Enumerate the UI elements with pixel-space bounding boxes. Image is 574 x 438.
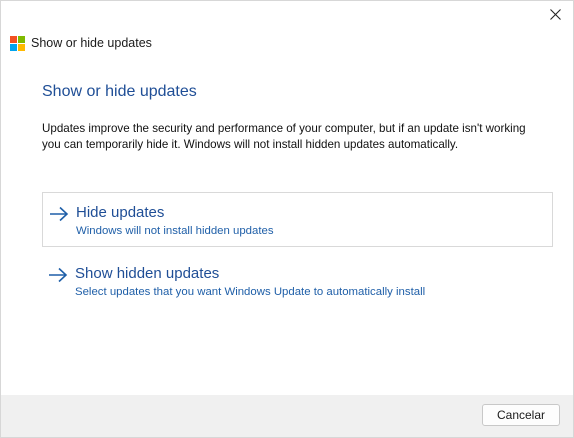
windows-logo-icon (10, 35, 25, 51)
hide-updates-option[interactable]: Hide updates Windows will not install hi… (42, 192, 553, 247)
arrow-right-icon (49, 267, 68, 283)
page-description: Updates improve the security and perform… (42, 122, 526, 151)
wizard-window: Show or hide updates Show or hide update… (0, 0, 574, 438)
window-title: Show or hide updates (31, 36, 152, 50)
cancel-button[interactable]: Cancelar (482, 404, 560, 426)
show-hidden-updates-title: Show hidden updates (75, 265, 220, 282)
close-button[interactable] (537, 1, 573, 27)
titlebar: Show or hide updates (10, 34, 152, 52)
page-heading: Show or hide updates (42, 83, 197, 100)
footer-bar: Cancelar (1, 395, 573, 437)
show-hidden-updates-option[interactable]: Show hidden updates Select updates that … (42, 254, 553, 309)
show-hidden-updates-subtitle: Select updates that you want Windows Upd… (75, 286, 426, 298)
hide-updates-subtitle: Windows will not install hidden updates (76, 225, 274, 237)
close-icon (549, 8, 561, 20)
hide-updates-title: Hide updates (76, 204, 165, 221)
arrow-right-icon (50, 206, 69, 222)
